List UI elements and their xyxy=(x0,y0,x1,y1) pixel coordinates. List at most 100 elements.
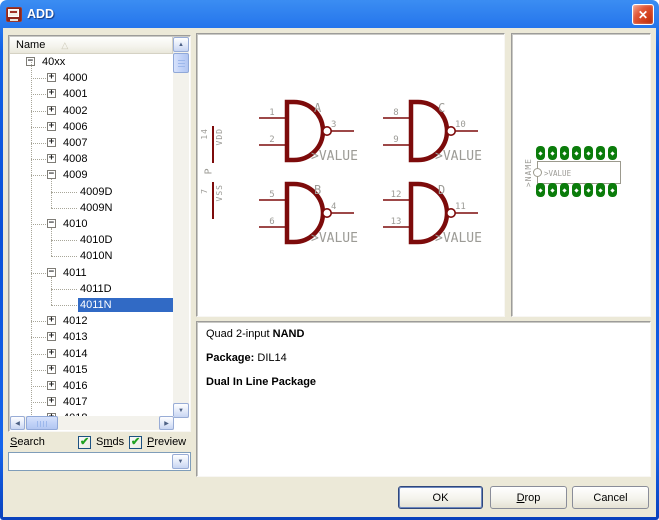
tree-item-4010[interactable]: −4010 xyxy=(10,216,173,232)
scroll-left-icon[interactable]: ◀ xyxy=(10,416,25,430)
tree-item-4017[interactable]: +4017 xyxy=(10,394,173,410)
pad xyxy=(584,146,593,160)
smds-checkbox[interactable] xyxy=(78,436,91,449)
collapse-icon[interactable]: − xyxy=(47,268,56,277)
tree-item-4001[interactable]: +4001 xyxy=(10,86,173,102)
power-pins-symbol: 14 VDD P 7 VSS xyxy=(200,126,230,226)
vdd-pin-name: VDD xyxy=(215,128,224,145)
expand-icon[interactable]: + xyxy=(47,154,56,163)
tree-item-4011[interactable]: −4011 xyxy=(10,265,173,281)
tree-item-4011D[interactable]: 4011D xyxy=(10,281,173,297)
svg-text:5: 5 xyxy=(269,190,274,200)
expand-icon[interactable]: + xyxy=(47,73,56,82)
svg-text:A: A xyxy=(314,101,322,115)
vertical-scrollbar-thumb[interactable] xyxy=(173,53,189,73)
tree-item-40xx[interactable]: −40xx xyxy=(10,54,173,70)
tree-item-label[interactable]: 4009 xyxy=(61,168,89,182)
pad xyxy=(548,146,557,160)
tree-item-label[interactable]: 4015 xyxy=(61,363,89,377)
collapse-icon[interactable]: − xyxy=(47,170,56,179)
tree-item-label[interactable]: 4002 xyxy=(61,104,89,118)
tree-item-label[interactable]: 4006 xyxy=(61,120,89,134)
expand-icon[interactable]: + xyxy=(47,89,56,98)
search-input[interactable] xyxy=(10,454,172,469)
tree-item-label[interactable]: 4000 xyxy=(61,71,89,85)
expand-icon[interactable]: + xyxy=(47,122,56,131)
tree-item-4012[interactable]: +4012 xyxy=(10,313,173,329)
pad-row-top xyxy=(536,146,617,160)
expand-icon[interactable]: + xyxy=(47,397,56,406)
expand-icon[interactable]: + xyxy=(47,349,56,358)
expand-icon[interactable]: + xyxy=(47,381,56,390)
cancel-button[interactable]: Cancel xyxy=(572,486,649,509)
window-title: ADD xyxy=(27,7,54,21)
tree-horizontal-scrollbar[interactable]: ◀ ▶ xyxy=(10,416,174,430)
tree-item-4009[interactable]: −4009 xyxy=(10,167,173,183)
expand-icon[interactable]: + xyxy=(47,365,56,374)
tree-item-label[interactable]: 4009D xyxy=(78,185,114,199)
svg-text:>VALUE: >VALUE xyxy=(311,231,358,246)
tree-item-label[interactable]: 4013 xyxy=(61,330,89,344)
tree-item-label[interactable]: 4009N xyxy=(78,201,114,215)
tree-header[interactable]: Name △ xyxy=(10,37,173,54)
tree-item-4010N[interactable]: 4010N xyxy=(10,248,173,264)
tree-item-label[interactable]: 4016 xyxy=(61,379,89,393)
power-gate-label: P xyxy=(204,168,215,174)
svg-text:>VALUE: >VALUE xyxy=(311,149,358,164)
expand-icon[interactable]: + xyxy=(47,316,56,325)
pad xyxy=(548,183,557,197)
svg-text:4: 4 xyxy=(331,202,336,212)
tree-item-label[interactable]: 4014 xyxy=(61,347,89,361)
ok-button[interactable]: OK xyxy=(398,486,483,509)
tree-item-4009D[interactable]: 4009D xyxy=(10,184,173,200)
nand-gate-a: 1 2 3 A >VALUE xyxy=(257,96,365,168)
tree-item-4007[interactable]: +4007 xyxy=(10,135,173,151)
tree-items: −40xx+4000+4001+4002+4006+4007+4008−4009… xyxy=(10,54,173,417)
tree-item-label[interactable]: 4011D xyxy=(78,282,114,296)
tree-item-4009N[interactable]: 4009N xyxy=(10,200,173,216)
tree-vertical-scrollbar[interactable]: ▲ ▼ xyxy=(173,37,189,418)
svg-text:1: 1 xyxy=(269,108,274,118)
scroll-up-icon[interactable]: ▲ xyxy=(173,37,189,52)
preview-checkbox[interactable] xyxy=(129,436,142,449)
collapse-icon[interactable]: − xyxy=(47,219,56,228)
expand-icon[interactable]: + xyxy=(47,332,56,341)
scroll-right-icon[interactable]: ▶ xyxy=(159,416,174,430)
tree-item-label[interactable]: 4010D xyxy=(78,233,114,247)
pad xyxy=(560,183,569,197)
tree-item-label[interactable]: 4011N xyxy=(78,298,173,312)
app-icon-base xyxy=(10,19,18,21)
tree-item-label[interactable]: 4007 xyxy=(61,136,89,150)
tree-item-label[interactable]: 4001 xyxy=(61,87,89,101)
vss-pin-number: 7 xyxy=(200,188,209,194)
tree-item-label[interactable]: 4010N xyxy=(78,249,114,263)
tree-item-4016[interactable]: +4016 xyxy=(10,378,173,394)
scroll-down-icon[interactable]: ▼ xyxy=(173,403,189,418)
tree-item-label[interactable]: 4012 xyxy=(61,314,89,328)
horizontal-scrollbar-thumb[interactable] xyxy=(26,416,58,430)
tree-item-label[interactable]: 40xx xyxy=(40,55,67,69)
search-combobox: ▼ xyxy=(8,452,191,471)
drop-button[interactable]: Drop xyxy=(490,486,567,509)
tree-item-4006[interactable]: +4006 xyxy=(10,119,173,135)
tree-item-4015[interactable]: +4015 xyxy=(10,362,173,378)
tree-item-4002[interactable]: +4002 xyxy=(10,103,173,119)
combobox-dropdown-icon[interactable]: ▼ xyxy=(172,454,189,469)
expand-icon[interactable]: + xyxy=(47,106,56,115)
tree-item-4008[interactable]: +4008 xyxy=(10,151,173,167)
tree-item-label[interactable]: 4010 xyxy=(61,217,89,231)
close-button[interactable]: ✕ xyxy=(632,4,654,25)
tree-item-4011N[interactable]: 4011N xyxy=(10,297,173,313)
tree-item-label[interactable]: 4008 xyxy=(61,152,89,166)
tree-item-4014[interactable]: +4014 xyxy=(10,346,173,362)
preview-label[interactable]: Preview xyxy=(147,436,186,448)
expand-icon[interactable]: + xyxy=(47,138,56,147)
nand-gate-d: 12 13 11 D >VALUE xyxy=(381,178,489,250)
tree-item-4013[interactable]: +4013 xyxy=(10,329,173,345)
smds-label[interactable]: Smds xyxy=(96,436,124,448)
tree-item-label[interactable]: 4017 xyxy=(61,395,89,409)
tree-item-4000[interactable]: +4000 xyxy=(10,70,173,86)
description-title: Quad 2-input NAND xyxy=(206,328,641,340)
tree-item-label[interactable]: 4011 xyxy=(61,266,89,280)
tree-item-4010D[interactable]: 4010D xyxy=(10,232,173,248)
